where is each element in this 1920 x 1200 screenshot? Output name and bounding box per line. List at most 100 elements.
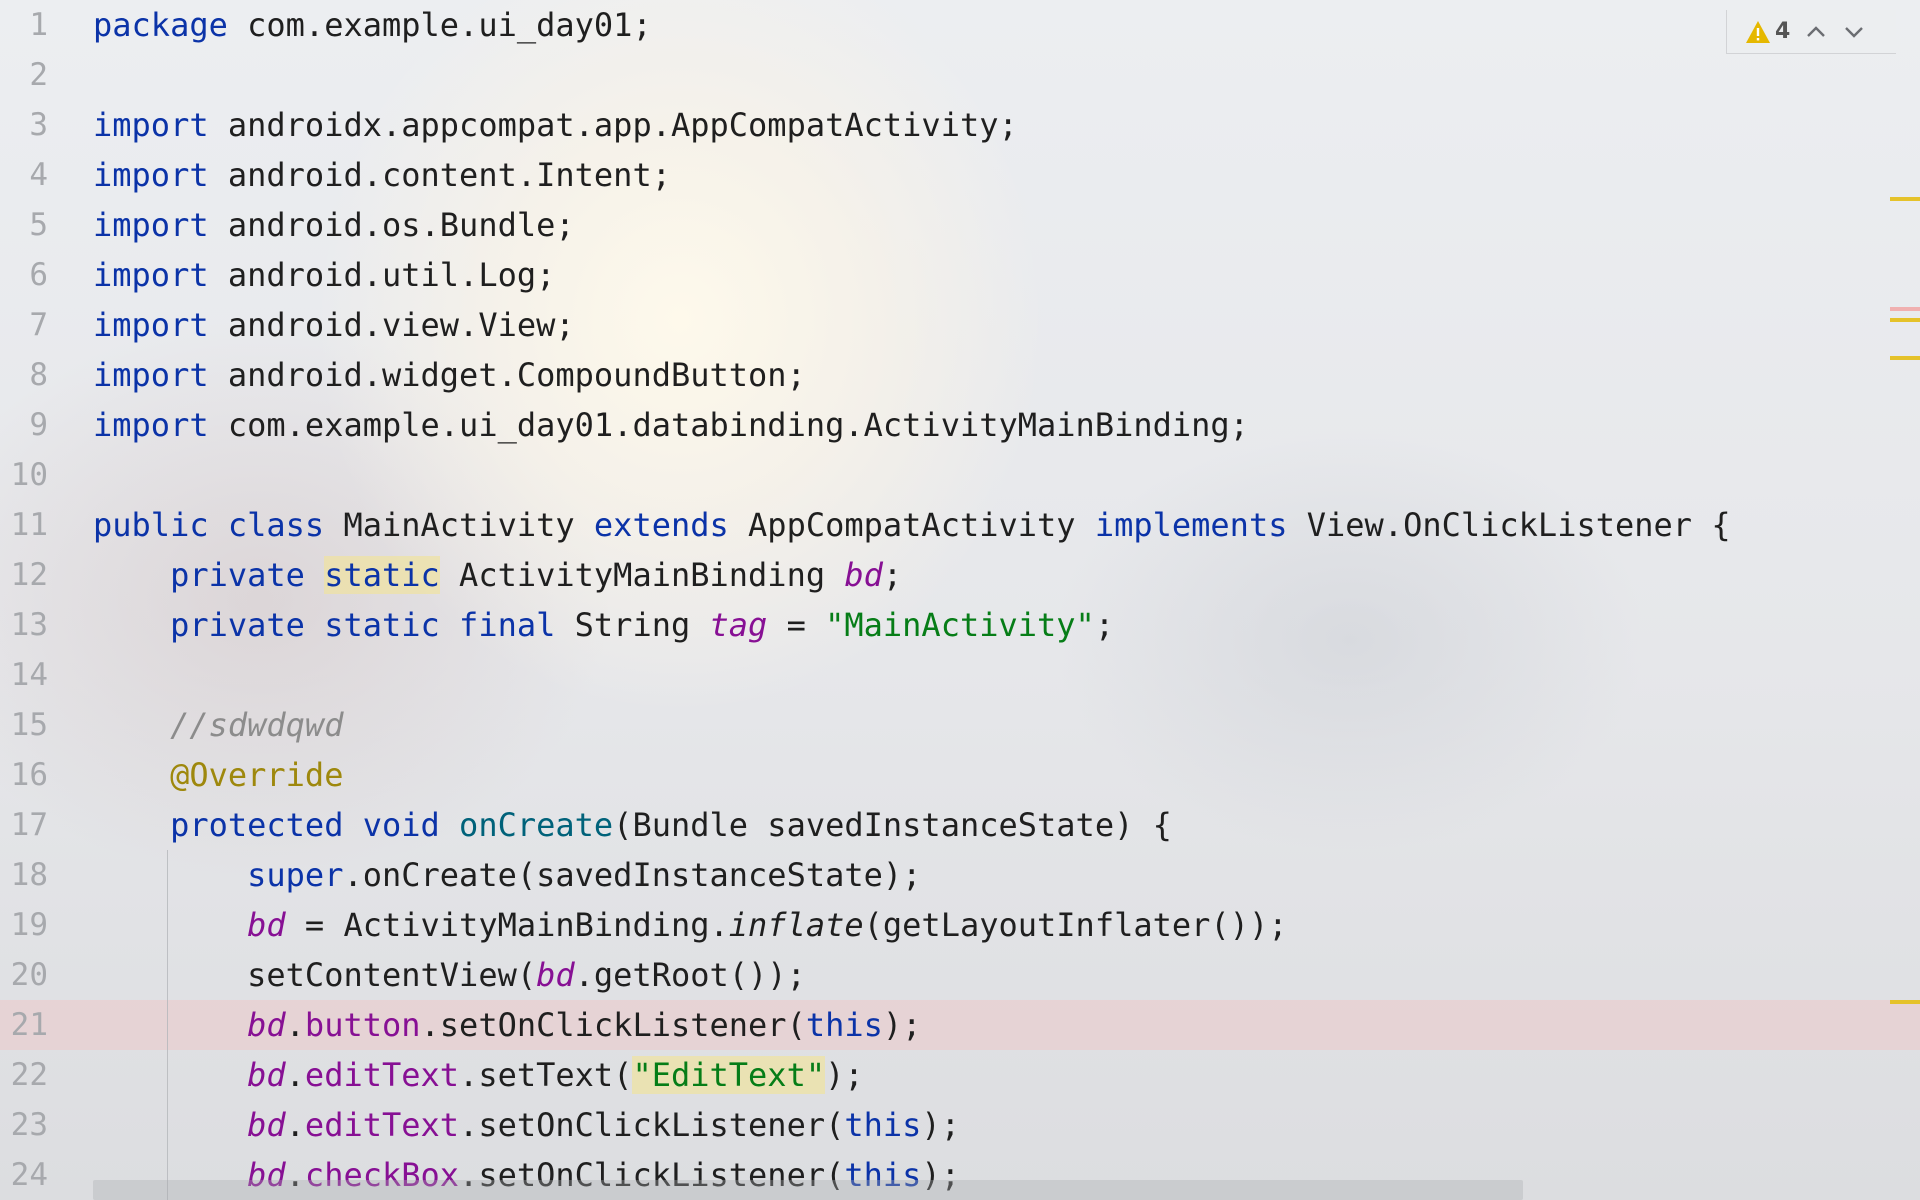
code-text[interactable]: protected void onCreate(Bundle savedInst… <box>93 800 1172 850</box>
error-stripe-mark[interactable] <box>1890 197 1920 201</box>
line-number[interactable]: 19 <box>0 900 48 950</box>
line-number[interactable]: 11 <box>0 500 48 550</box>
code-line[interactable]: 14 <box>0 650 1920 700</box>
previous-highlight-button[interactable] <box>1804 20 1828 44</box>
code-line[interactable]: 22 bd.editText.setText("EditText"); <box>0 1050 1920 1100</box>
code-text[interactable]: bd = ActivityMainBinding.inflate(getLayo… <box>93 900 1287 950</box>
code-token: (getLayoutInflater()); <box>863 906 1288 944</box>
code-text[interactable]: bd.editText.setText("EditText"); <box>93 1050 864 1100</box>
line-number[interactable]: 2 <box>0 50 48 100</box>
line-number[interactable]: 17 <box>0 800 48 850</box>
code-line[interactable]: 9 import com.example.ui_day01.databinding… <box>0 400 1920 450</box>
code-text[interactable]: package com.example.ui_day01; <box>93 0 652 50</box>
code-text[interactable]: @Override <box>93 750 343 800</box>
code-token: this <box>844 1106 922 1144</box>
code-line[interactable]: 8 import android.widget.CompoundButton; <box>0 350 1920 400</box>
next-highlight-button[interactable] <box>1842 20 1866 44</box>
code-line[interactable]: 21 bd.button.setOnClickListener(this); <box>0 1000 1920 1050</box>
line-number[interactable]: 23 <box>0 1100 48 1150</box>
code-text[interactable]: import android.os.Bundle; <box>93 200 575 250</box>
line-number[interactable]: 16 <box>0 750 48 800</box>
code-text[interactable]: bd.editText.setOnClickListener(this); <box>93 1100 960 1150</box>
code-text[interactable]: import androidx.appcompat.app.AppCompatA… <box>93 100 1018 150</box>
line-number[interactable]: 10 <box>0 450 48 500</box>
code-token: android.content.Intent; <box>208 156 671 194</box>
code-line[interactable]: 11 public class MainActivity extends AppC… <box>0 500 1920 550</box>
code-text[interactable]: bd.button.setOnClickListener(this); <box>93 1000 921 1050</box>
code-line[interactable]: 23 bd.editText.setOnClickListener(this); <box>0 1100 1920 1150</box>
code-token: ); <box>825 1056 864 1094</box>
code-line[interactable]: 17 protected void onCreate(Bundle savedI… <box>0 800 1920 850</box>
line-number[interactable]: 9 <box>0 400 48 450</box>
code-line[interactable]: 16 @Override <box>0 750 1920 800</box>
line-number[interactable]: 7 <box>0 300 48 350</box>
code-line[interactable]: 6 import android.util.Log; <box>0 250 1920 300</box>
error-stripe-mark[interactable] <box>1890 356 1920 360</box>
code-text[interactable]: import android.content.Intent; <box>93 150 671 200</box>
code-text[interactable]: import android.util.Log; <box>93 250 555 300</box>
code-line[interactable]: 15 //sdwdqwd <box>0 700 1920 750</box>
line-number[interactable]: 14 <box>0 650 48 700</box>
code-token: tag <box>709 606 768 644</box>
code-line[interactable]: 12 private static ActivityMainBinding bd… <box>0 550 1920 600</box>
code-line[interactable]: 19 bd = ActivityMainBinding.inflate(getL… <box>0 900 1920 950</box>
code-text[interactable]: public class MainActivity extends AppCom… <box>93 500 1731 550</box>
code-editor[interactable]: 1 package com.example.ui_day01; 2 3 import a… <box>0 0 1920 1200</box>
code-token: import <box>93 106 209 144</box>
code-text[interactable]: super.onCreate(savedInstanceState); <box>93 850 921 900</box>
error-stripe-mark[interactable] <box>1890 318 1920 322</box>
line-number[interactable]: 12 <box>0 550 48 600</box>
line-number[interactable]: 13 <box>0 600 48 650</box>
warning-triangle-icon[interactable] <box>1745 20 1771 44</box>
code-token: import <box>93 356 209 394</box>
code-line[interactable]: 1 package com.example.ui_day01; <box>0 0 1920 50</box>
horizontal-scrollbar[interactable] <box>93 1180 1523 1200</box>
code-token: implements <box>1094 506 1288 544</box>
line-number[interactable]: 5 <box>0 200 48 250</box>
code-token: .setOnClickListener( <box>459 1106 845 1144</box>
code-line[interactable]: 10 <box>0 450 1920 500</box>
line-number[interactable]: 8 <box>0 350 48 400</box>
code-token: . <box>285 1106 305 1144</box>
code-text[interactable]: import android.widget.CompoundButton; <box>93 350 806 400</box>
code-line[interactable]: 3 import androidx.appcompat.app.AppCompat… <box>0 100 1920 150</box>
line-number[interactable]: 24 <box>0 1150 48 1200</box>
code-token: com.example.ui_day01.databinding.Activit… <box>208 406 1249 444</box>
code-token: . <box>285 1056 305 1094</box>
code-text[interactable]: setContentView(bd.getRoot()); <box>93 950 806 1000</box>
error-stripe-mark[interactable] <box>1890 307 1920 311</box>
error-stripe[interactable] <box>1886 0 1920 1200</box>
line-number[interactable]: 1 <box>0 0 48 50</box>
code-token: .setOnClickListener( <box>420 1006 806 1044</box>
code-line[interactable]: 13 private static final String tag = "Ma… <box>0 600 1920 650</box>
code-text[interactable]: import android.view.View; <box>93 300 575 350</box>
code-text[interactable]: //sdwdqwd <box>93 700 343 750</box>
code-line[interactable]: 7 import android.view.View; <box>0 300 1920 350</box>
line-number[interactable]: 18 <box>0 850 48 900</box>
code-line[interactable]: 4 import android.content.Intent; <box>0 150 1920 200</box>
line-number[interactable]: 3 <box>0 100 48 150</box>
code-token: AppCompatActivity <box>728 506 1095 544</box>
code-token: editText <box>304 1106 460 1144</box>
code-text[interactable]: import com.example.ui_day01.databinding.… <box>93 400 1249 450</box>
code-line[interactable]: 5 import android.os.Bundle; <box>0 200 1920 250</box>
code-text[interactable]: private static ActivityMainBinding bd; <box>93 550 902 600</box>
inspection-widget[interactable]: 4 <box>1726 10 1896 54</box>
code-token: button <box>304 1006 421 1044</box>
code-line[interactable]: 2 <box>0 50 1920 100</box>
indent-guide <box>167 850 168 1200</box>
code-token: ); <box>921 1106 960 1144</box>
code-text[interactable]: private static final String tag = "MainA… <box>93 600 1114 650</box>
line-number[interactable]: 6 <box>0 250 48 300</box>
code-line[interactable]: 18 super.onCreate(savedInstanceState); <box>0 850 1920 900</box>
line-number[interactable]: 20 <box>0 950 48 1000</box>
line-number[interactable]: 22 <box>0 1050 48 1100</box>
line-number[interactable]: 15 <box>0 700 48 750</box>
line-number[interactable]: 4 <box>0 150 48 200</box>
code-token: private <box>170 556 305 594</box>
code-line[interactable]: 20 setContentView(bd.getRoot()); <box>0 950 1920 1000</box>
error-stripe-mark[interactable] <box>1890 1000 1920 1004</box>
line-number[interactable]: 21 <box>0 1000 48 1050</box>
